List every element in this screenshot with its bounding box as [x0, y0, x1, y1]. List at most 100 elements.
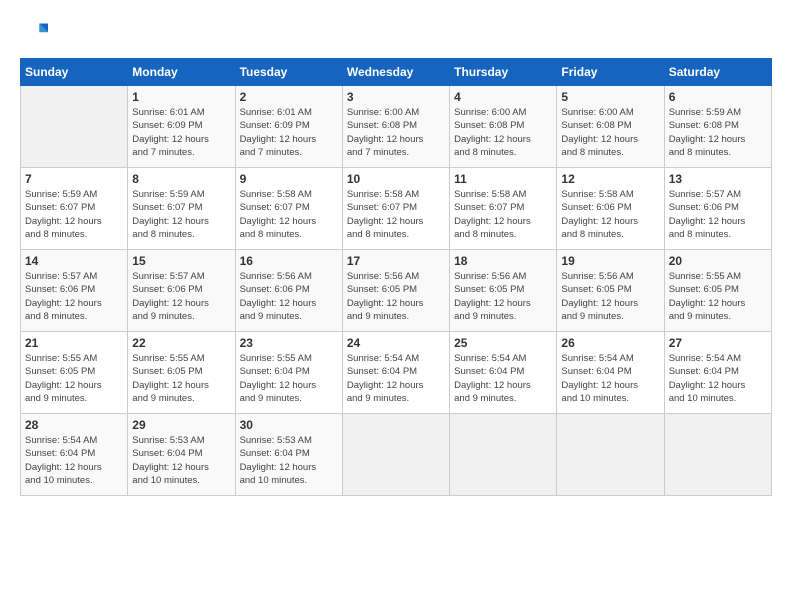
day-info: Sunrise: 5:57 AMSunset: 6:06 PMDaylight:… — [669, 188, 767, 241]
calendar-cell: 12 Sunrise: 5:58 AMSunset: 6:06 PMDayligh… — [557, 168, 664, 250]
day-number: 14 — [25, 254, 123, 268]
day-info: Sunrise: 6:00 AMSunset: 6:08 PMDaylight:… — [347, 106, 445, 159]
calendar-table: SundayMondayTuesdayWednesdayThursdayFrid… — [20, 58, 772, 496]
day-number: 16 — [240, 254, 338, 268]
calendar-cell: 16 Sunrise: 5:56 AMSunset: 6:06 PMDayligh… — [235, 250, 342, 332]
day-info: Sunrise: 5:55 AMSunset: 6:05 PMDaylight:… — [669, 270, 767, 323]
calendar-cell: 24 Sunrise: 5:54 AMSunset: 6:04 PMDayligh… — [342, 332, 449, 414]
day-number: 26 — [561, 336, 659, 350]
calendar-cell: 26 Sunrise: 5:54 AMSunset: 6:04 PMDayligh… — [557, 332, 664, 414]
day-info: Sunrise: 5:59 AMSunset: 6:07 PMDaylight:… — [25, 188, 123, 241]
calendar-cell: 22 Sunrise: 5:55 AMSunset: 6:05 PMDayligh… — [128, 332, 235, 414]
day-number: 24 — [347, 336, 445, 350]
day-number: 5 — [561, 90, 659, 104]
day-info: Sunrise: 5:55 AMSunset: 6:05 PMDaylight:… — [25, 352, 123, 405]
day-header-friday: Friday — [557, 59, 664, 86]
day-info: Sunrise: 5:57 AMSunset: 6:06 PMDaylight:… — [25, 270, 123, 323]
day-number: 20 — [669, 254, 767, 268]
day-info: Sunrise: 5:56 AMSunset: 6:05 PMDaylight:… — [347, 270, 445, 323]
day-number: 21 — [25, 336, 123, 350]
calendar-cell: 29 Sunrise: 5:53 AMSunset: 6:04 PMDayligh… — [128, 414, 235, 496]
calendar-cell: 1Sunrise: 6:01 AMSunset: 6:09 PMDaylight… — [128, 86, 235, 168]
day-number: 7 — [25, 172, 123, 186]
calendar-cell — [450, 414, 557, 496]
calendar-cell: 5 Sunrise: 6:00 AMSunset: 6:08 PMDaylight… — [557, 86, 664, 168]
day-header-wednesday: Wednesday — [342, 59, 449, 86]
calendar-cell: 4 Sunrise: 6:00 AMSunset: 6:08 PMDaylight… — [450, 86, 557, 168]
calendar-cell: 10 Sunrise: 5:58 AMSunset: 6:07 PMDayligh… — [342, 168, 449, 250]
day-info: Sunrise: 5:53 AMSunset: 6:04 PMDaylight:… — [132, 434, 230, 487]
calendar-cell: 2 Sunrise: 6:01 AMSunset: 6:09 PMDaylight… — [235, 86, 342, 168]
day-info: Sunrise: 5:59 AMSunset: 6:07 PMDaylight:… — [132, 188, 230, 241]
calendar-cell: 17 Sunrise: 5:56 AMSunset: 6:05 PMDayligh… — [342, 250, 449, 332]
calendar-cell: 7 Sunrise: 5:59 AMSunset: 6:07 PMDaylight… — [21, 168, 128, 250]
header — [20, 20, 772, 48]
day-info: Sunrise: 5:55 AMSunset: 6:05 PMDaylight:… — [132, 352, 230, 405]
day-info: Sunrise: 6:00 AMSunset: 6:08 PMDaylight:… — [454, 106, 552, 159]
calendar-cell — [664, 414, 771, 496]
day-info: Sunrise: 5:58 AMSunset: 6:06 PMDaylight:… — [561, 188, 659, 241]
day-info: Sunrise: 5:58 AMSunset: 6:07 PMDaylight:… — [240, 188, 338, 241]
day-header-sunday: Sunday — [21, 59, 128, 86]
day-number: 29 — [132, 418, 230, 432]
day-header-monday: Monday — [128, 59, 235, 86]
calendar-cell — [21, 86, 128, 168]
day-info: Sunrise: 5:54 AMSunset: 6:04 PMDaylight:… — [561, 352, 659, 405]
calendar-cell: 20 Sunrise: 5:55 AMSunset: 6:05 PMDayligh… — [664, 250, 771, 332]
day-number: 28 — [25, 418, 123, 432]
day-number: 10 — [347, 172, 445, 186]
day-number: 1 — [132, 90, 230, 104]
day-number: 19 — [561, 254, 659, 268]
calendar-cell: 14 Sunrise: 5:57 AMSunset: 6:06 PMDayligh… — [21, 250, 128, 332]
logo-icon — [20, 20, 48, 48]
day-info: Sunrise: 5:54 AMSunset: 6:04 PMDaylight:… — [454, 352, 552, 405]
day-number: 6 — [669, 90, 767, 104]
day-info: Sunrise: 5:56 AMSunset: 6:05 PMDaylight:… — [561, 270, 659, 323]
day-number: 9 — [240, 172, 338, 186]
calendar-cell: 6 Sunrise: 5:59 AMSunset: 6:08 PMDaylight… — [664, 86, 771, 168]
day-number: 15 — [132, 254, 230, 268]
calendar-cell: 23 Sunrise: 5:55 AMSunset: 6:04 PMDayligh… — [235, 332, 342, 414]
day-number: 22 — [132, 336, 230, 350]
day-info: Sunrise: 5:53 AMSunset: 6:04 PMDaylight:… — [240, 434, 338, 487]
calendar-cell: 13 Sunrise: 5:57 AMSunset: 6:06 PMDayligh… — [664, 168, 771, 250]
day-number: 4 — [454, 90, 552, 104]
calendar-cell: 15 Sunrise: 5:57 AMSunset: 6:06 PMDayligh… — [128, 250, 235, 332]
day-info: Sunrise: 5:57 AMSunset: 6:06 PMDaylight:… — [132, 270, 230, 323]
day-number: 3 — [347, 90, 445, 104]
day-info: Sunrise: 5:55 AMSunset: 6:04 PMDaylight:… — [240, 352, 338, 405]
calendar-cell: 11Sunrise: 5:58 AMSunset: 6:07 PMDayligh… — [450, 168, 557, 250]
calendar-cell: 8 Sunrise: 5:59 AMSunset: 6:07 PMDaylight… — [128, 168, 235, 250]
day-number: 27 — [669, 336, 767, 350]
calendar-cell — [342, 414, 449, 496]
day-number: 11 — [454, 172, 552, 186]
day-info: Sunrise: 5:59 AMSunset: 6:08 PMDaylight:… — [669, 106, 767, 159]
day-info: Sunrise: 5:54 AMSunset: 6:04 PMDaylight:… — [669, 352, 767, 405]
day-header-thursday: Thursday — [450, 59, 557, 86]
day-number: 25 — [454, 336, 552, 350]
day-info: Sunrise: 5:54 AMSunset: 6:04 PMDaylight:… — [25, 434, 123, 487]
day-number: 12 — [561, 172, 659, 186]
day-info: Sunrise: 5:58 AMSunset: 6:07 PMDaylight:… — [347, 188, 445, 241]
day-info: Sunrise: 6:01 AMSunset: 6:09 PMDaylight:… — [240, 106, 338, 159]
day-number: 2 — [240, 90, 338, 104]
day-info: Sunrise: 5:56 AMSunset: 6:06 PMDaylight:… — [240, 270, 338, 323]
calendar-cell: 28 Sunrise: 5:54 AMSunset: 6:04 PMDayligh… — [21, 414, 128, 496]
day-number: 23 — [240, 336, 338, 350]
calendar-cell: 18 Sunrise: 5:56 AMSunset: 6:05 PMDayligh… — [450, 250, 557, 332]
calendar-cell: 25 Sunrise: 5:54 AMSunset: 6:04 PMDayligh… — [450, 332, 557, 414]
calendar-cell: 9 Sunrise: 5:58 AMSunset: 6:07 PMDaylight… — [235, 168, 342, 250]
day-number: 17 — [347, 254, 445, 268]
day-info: Sunrise: 5:54 AMSunset: 6:04 PMDaylight:… — [347, 352, 445, 405]
calendar-cell: 3 Sunrise: 6:00 AMSunset: 6:08 PMDaylight… — [342, 86, 449, 168]
day-header-saturday: Saturday — [664, 59, 771, 86]
day-number: 30 — [240, 418, 338, 432]
day-info: Sunrise: 6:00 AMSunset: 6:08 PMDaylight:… — [561, 106, 659, 159]
day-number: 13 — [669, 172, 767, 186]
day-info: Sunrise: 5:56 AMSunset: 6:05 PMDaylight:… — [454, 270, 552, 323]
day-number: 8 — [132, 172, 230, 186]
calendar-cell: 27 Sunrise: 5:54 AMSunset: 6:04 PMDayligh… — [664, 332, 771, 414]
calendar-cell: 30 Sunrise: 5:53 AMSunset: 6:04 PMDayligh… — [235, 414, 342, 496]
day-number: 18 — [454, 254, 552, 268]
calendar-cell: 21 Sunrise: 5:55 AMSunset: 6:05 PMDayligh… — [21, 332, 128, 414]
